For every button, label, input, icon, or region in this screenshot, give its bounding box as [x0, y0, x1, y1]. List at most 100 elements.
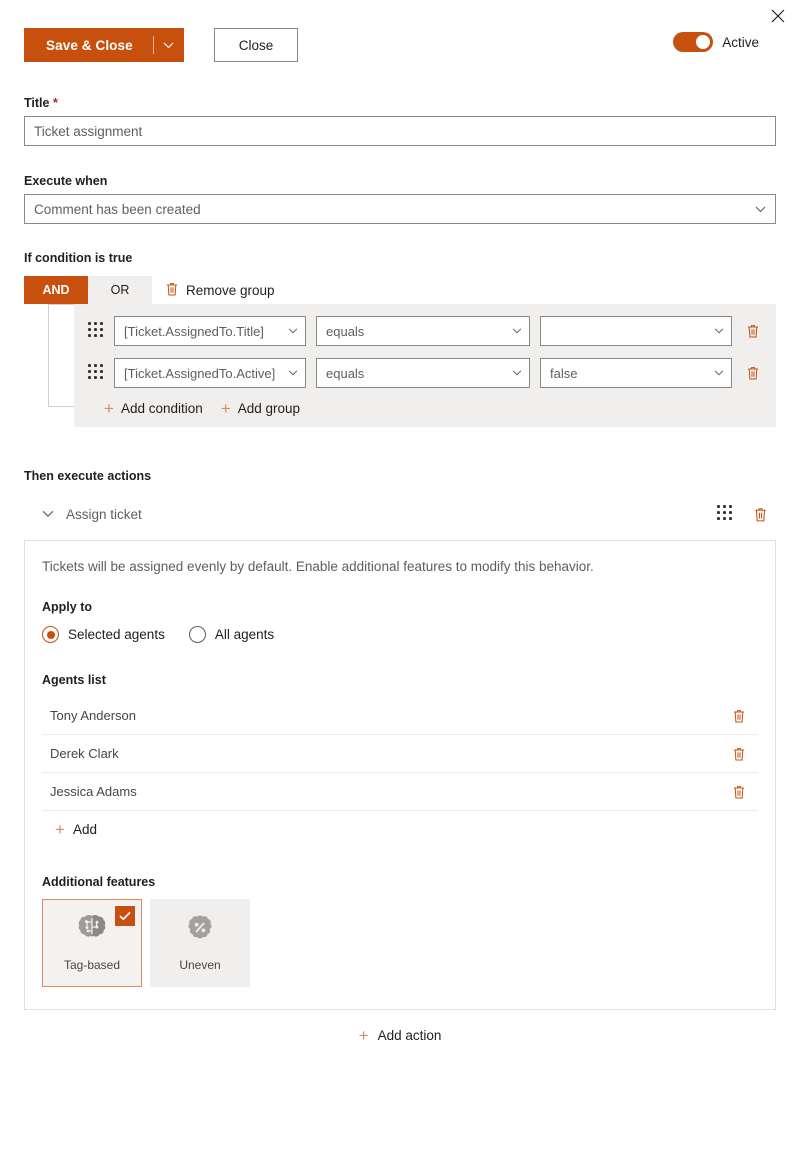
- plus-icon: +: [358, 1026, 369, 1045]
- remove-group-label: Remove group: [186, 282, 275, 298]
- logic-operator-row: AND OR Remove group: [24, 276, 776, 304]
- delete-agent-trash-icon[interactable]: [728, 708, 750, 724]
- condition-field-value: [Ticket.AssignedTo.Active]: [124, 365, 276, 381]
- agents-list-label: Agents list: [42, 673, 106, 687]
- action-title: Assign ticket: [66, 506, 142, 522]
- condition-operator-select[interactable]: equals: [316, 316, 530, 346]
- save-options-chevron-down-icon[interactable]: [154, 28, 184, 62]
- plus-icon: +: [104, 399, 114, 418]
- apply-to-label: Apply to: [42, 600, 92, 614]
- logic-or-button[interactable]: OR: [88, 276, 152, 304]
- active-toggle-label: Active: [722, 34, 759, 50]
- condition-operator-value: equals: [326, 323, 365, 339]
- close-icon[interactable]: [768, 6, 788, 26]
- agent-name: Tony Anderson: [50, 708, 137, 723]
- chevron-down-icon: [714, 370, 724, 376]
- additional-features-label: Additional features: [42, 875, 156, 889]
- title-field-group: Title *: [24, 96, 776, 146]
- condition-group-body: [Ticket.AssignedTo.Title] equals [Ticket…: [48, 304, 776, 427]
- delete-action-trash-icon[interactable]: [749, 506, 771, 523]
- delete-condition-trash-icon[interactable]: [742, 323, 764, 339]
- condition-section: If condition is true AND OR Remove group…: [24, 251, 776, 427]
- percent-badge-icon: [185, 914, 215, 949]
- execute-when-group: Execute when Comment has been created: [24, 174, 776, 224]
- chevron-down-icon: [755, 206, 766, 213]
- add-agent-label: Add: [72, 821, 97, 837]
- action-panel: Tickets will be assigned evenly by defau…: [24, 540, 776, 1010]
- action-tools: [717, 505, 771, 523]
- apply-to-radio-group: Selected agents All agents: [42, 626, 758, 643]
- logic-and-button[interactable]: AND: [24, 276, 88, 304]
- actions-section-label: Then execute actions: [24, 469, 152, 483]
- title-label: Title *: [24, 96, 776, 110]
- add-condition-button[interactable]: + Add condition: [104, 400, 203, 417]
- radio-dot: [188, 626, 206, 643]
- drag-handle-icon[interactable]: [88, 364, 104, 382]
- delete-agent-trash-icon[interactable]: [728, 784, 750, 800]
- plus-icon: +: [220, 399, 231, 418]
- brain-circuit-icon: [76, 914, 108, 949]
- save-and-close-button[interactable]: Save & Close: [24, 28, 184, 62]
- toggle-knob: [696, 35, 711, 49]
- radio-selected-agents-label: Selected agents: [68, 627, 165, 642]
- save-and-close-label: Save & Close: [46, 37, 133, 53]
- execute-when-label: Execute when: [24, 174, 108, 188]
- radio-selected-agents[interactable]: Selected agents: [42, 626, 165, 643]
- feature-card-tag-based[interactable]: Tag-based: [42, 899, 142, 987]
- chevron-down-icon: [714, 328, 724, 334]
- required-marker: *: [52, 96, 58, 110]
- condition-section-label: If condition is true: [24, 251, 133, 265]
- feature-card-label: Tag-based: [63, 958, 121, 972]
- title-input[interactable]: [24, 116, 776, 146]
- list-item[interactable]: Jessica Adams: [42, 773, 758, 811]
- radio-dot: [42, 626, 59, 643]
- chevron-down-icon: [288, 328, 298, 334]
- condition-operator-value: equals: [326, 365, 365, 381]
- remove-group-button[interactable]: Remove group: [165, 281, 275, 300]
- titlebar: [0, 0, 800, 28]
- check-icon: [115, 906, 135, 926]
- active-toggle[interactable]: [673, 32, 714, 52]
- radio-all-agents[interactable]: All agents: [188, 626, 275, 643]
- title-label-text: Title: [24, 96, 50, 110]
- execute-when-select[interactable]: Comment has been created: [24, 194, 776, 224]
- close-button[interactable]: Close: [214, 28, 298, 62]
- add-action-label: Add action: [377, 1028, 442, 1043]
- toolbar: Save & Close Close Active: [24, 28, 776, 66]
- agent-name: Jessica Adams: [50, 784, 137, 799]
- add-group-label: Add group: [237, 401, 300, 416]
- condition-value-select[interactable]: false: [540, 358, 732, 388]
- condition-field-value: [Ticket.AssignedTo.Title]: [124, 323, 264, 339]
- feature-card-label: Uneven: [179, 958, 221, 972]
- condition-row: [Ticket.AssignedTo.Active] equals false: [74, 358, 776, 388]
- delete-agent-trash-icon[interactable]: [728, 746, 750, 762]
- delete-condition-trash-icon[interactable]: [742, 365, 764, 381]
- plus-icon: +: [55, 819, 65, 839]
- additional-features-cards: Tag-based Uneven: [42, 899, 758, 987]
- add-agent-button[interactable]: + Add: [42, 811, 758, 847]
- list-item[interactable]: Tony Anderson: [42, 697, 758, 735]
- condition-operator-select[interactable]: equals: [316, 358, 530, 388]
- feature-card-uneven[interactable]: Uneven: [150, 899, 250, 987]
- action-header: Assign ticket: [24, 499, 776, 529]
- add-condition-label: Add condition: [120, 401, 203, 416]
- action-collapse-chevron-down-icon[interactable]: [42, 510, 54, 518]
- condition-row: [Ticket.AssignedTo.Title] equals: [74, 316, 776, 346]
- condition-field-select[interactable]: [Ticket.AssignedTo.Active]: [114, 358, 306, 388]
- agent-name: Derek Clark: [50, 746, 119, 761]
- condition-value-select[interactable]: [540, 316, 732, 346]
- list-item[interactable]: Derek Clark: [42, 735, 758, 773]
- radio-all-agents-label: All agents: [214, 627, 275, 642]
- actions-section-label-wrap: Then execute actions: [24, 469, 776, 483]
- add-action-button[interactable]: + Add action: [0, 1027, 800, 1044]
- condition-field-select[interactable]: [Ticket.AssignedTo.Title]: [114, 316, 306, 346]
- drag-handle-icon[interactable]: [88, 322, 104, 340]
- drag-handle-icon[interactable]: [717, 505, 733, 523]
- chevron-down-icon: [512, 328, 522, 334]
- add-group-button[interactable]: + Add group: [221, 400, 300, 417]
- trash-icon: [165, 281, 179, 300]
- condition-panel: [Ticket.AssignedTo.Title] equals [Ticket…: [74, 304, 776, 427]
- chevron-down-icon: [512, 370, 522, 376]
- chevron-down-icon: [288, 370, 298, 376]
- condition-add-links: + Add condition + Add group: [74, 400, 776, 417]
